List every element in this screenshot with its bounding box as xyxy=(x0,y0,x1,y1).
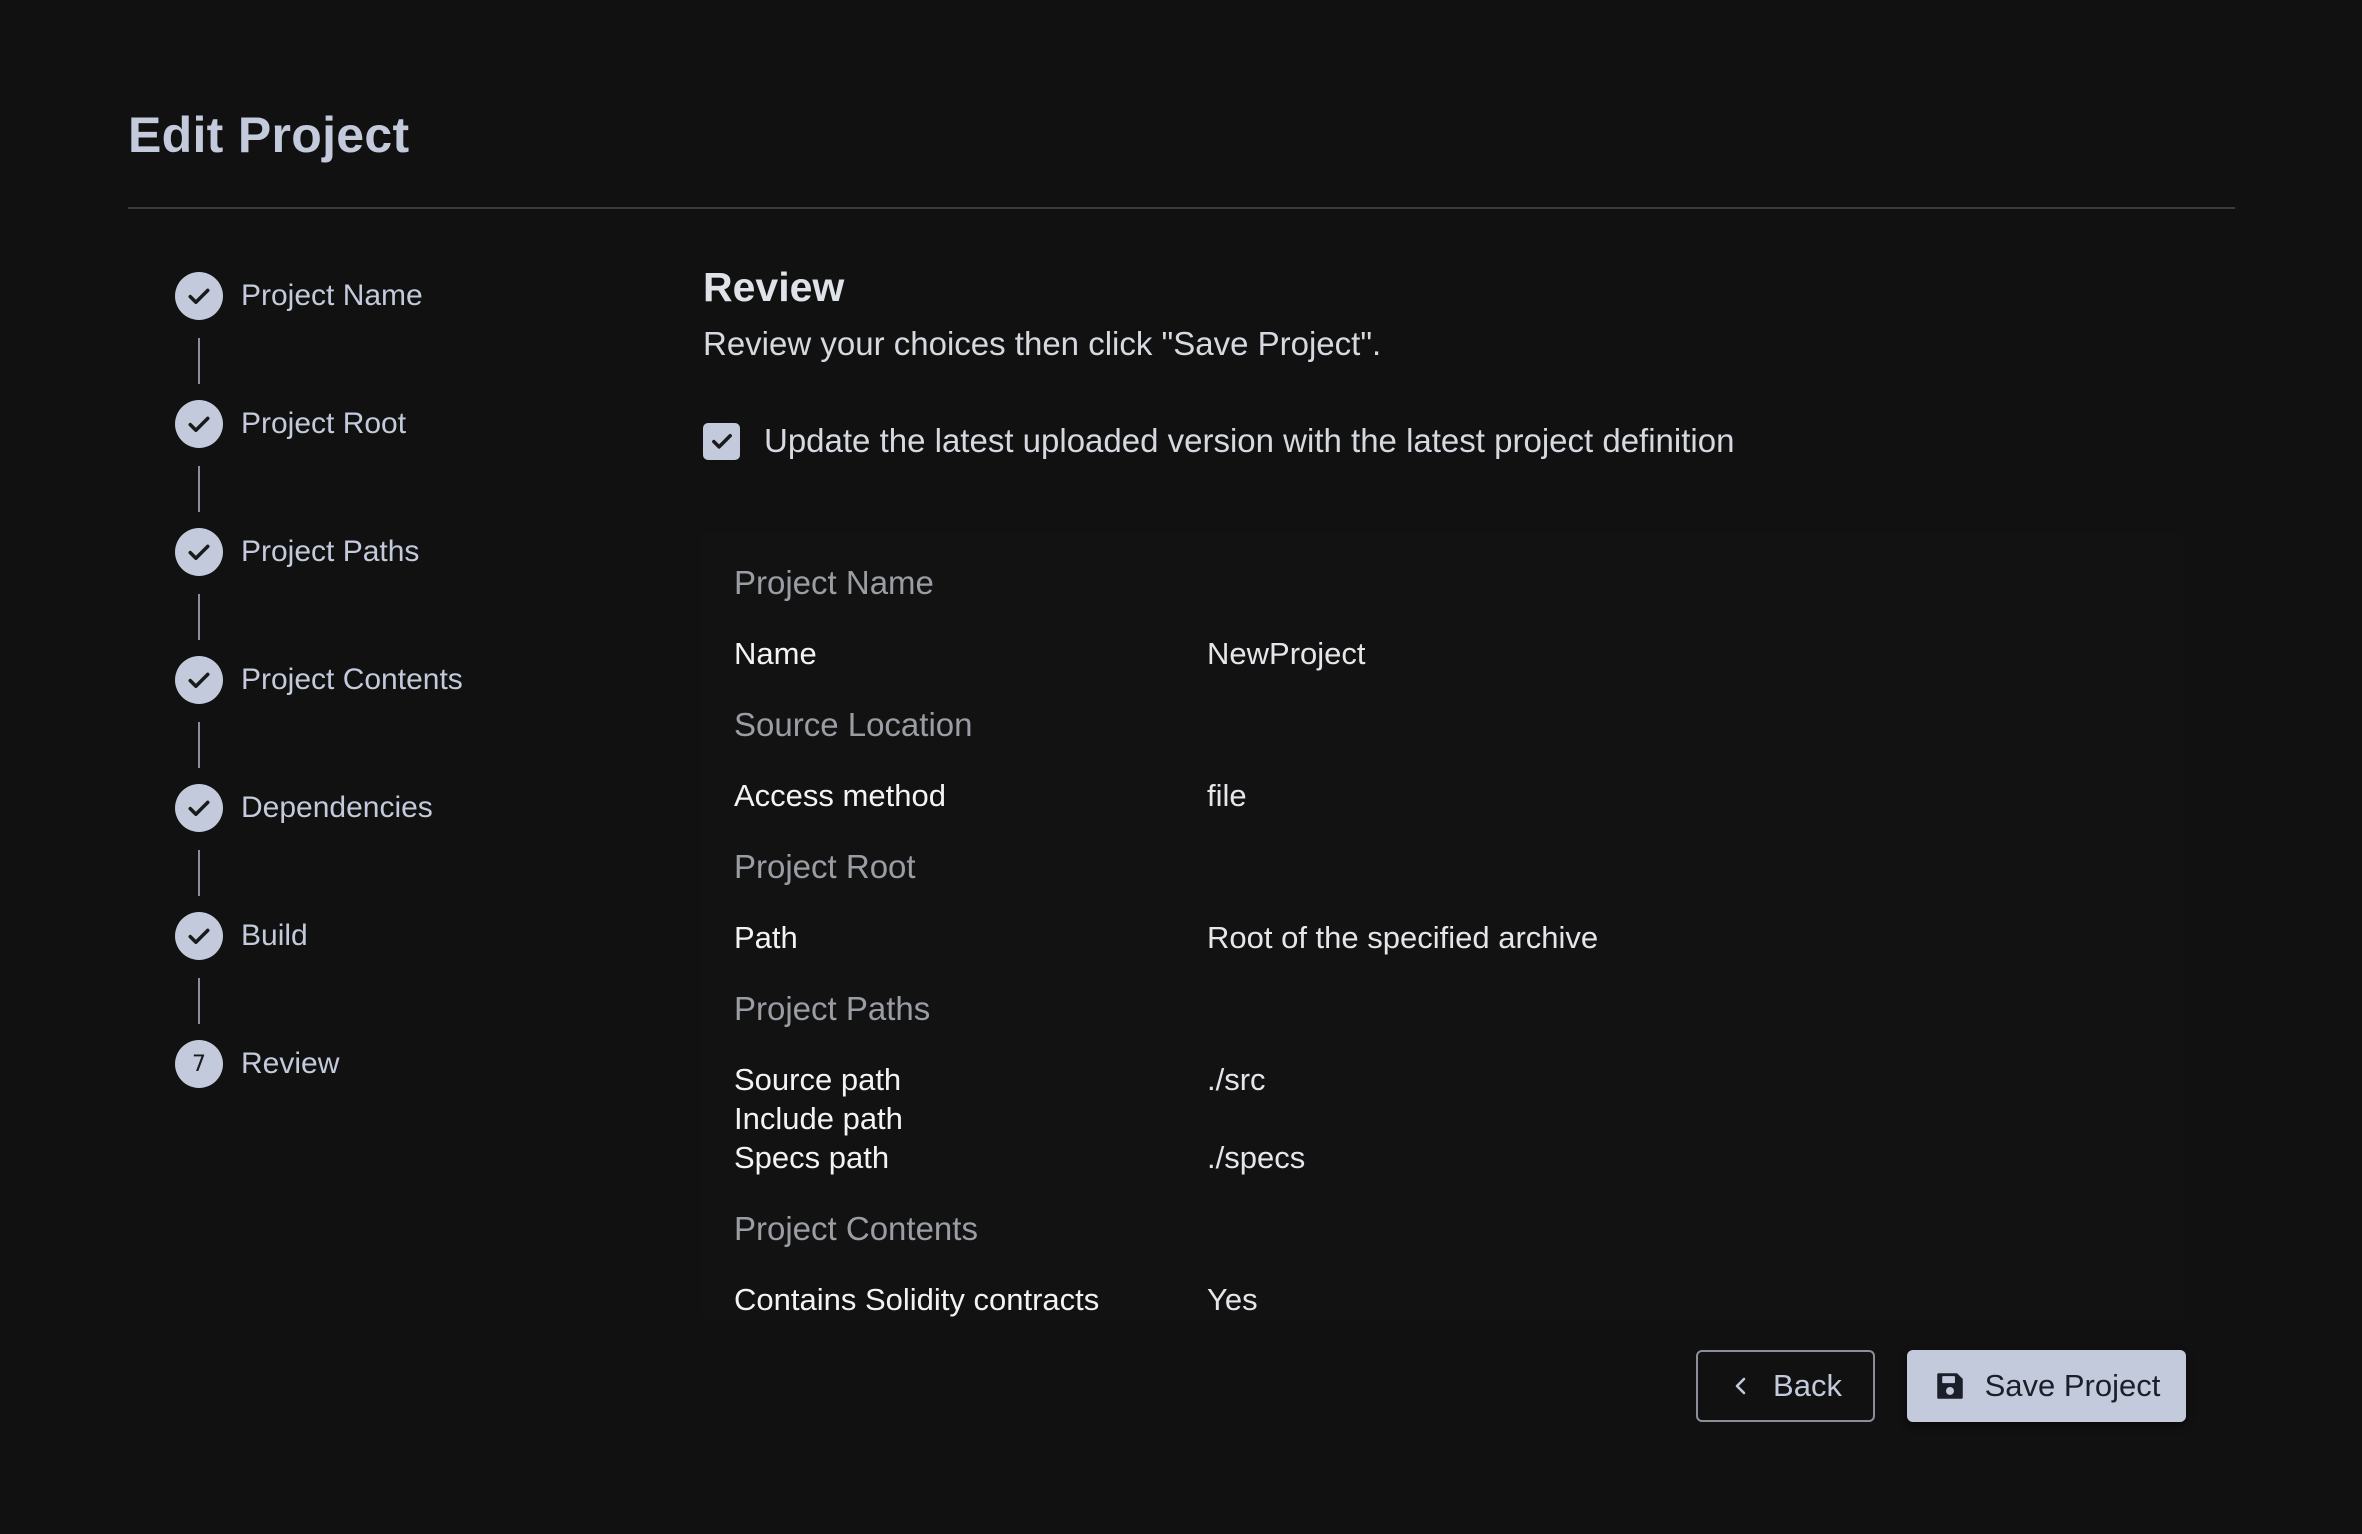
step-connector xyxy=(198,978,200,1024)
group-heading: Project Root xyxy=(734,848,916,885)
row-value: ./specs xyxy=(1207,1140,1306,1175)
step-connector xyxy=(198,338,200,384)
row-key: Specs path xyxy=(734,1140,890,1175)
review-summary-panel[interactable]: Project Name Name NewProject Source Loca… xyxy=(700,532,2185,1320)
row-value: Root of the specified archive xyxy=(1207,920,1599,955)
save-project-button[interactable]: Save Project xyxy=(1907,1350,2186,1422)
review-section: Review Review your choices then click "S… xyxy=(703,264,1734,460)
check-icon xyxy=(175,528,223,576)
step-label: Project Name xyxy=(241,279,423,312)
group-heading: Source Location xyxy=(734,706,973,743)
check-icon xyxy=(711,434,732,449)
row-key: Path xyxy=(734,920,798,955)
step-label: Project Paths xyxy=(241,535,420,568)
group-heading: Project Contents xyxy=(734,1210,978,1247)
step-project-root[interactable]: Project Root xyxy=(175,400,406,448)
step-label: Build xyxy=(241,919,308,952)
group-heading: Project Paths xyxy=(734,990,931,1027)
row-value: ./src xyxy=(1207,1062,1266,1097)
checkbox-label: Update the latest uploaded version with … xyxy=(764,422,1735,459)
step-connector xyxy=(198,594,200,640)
update-version-option: Update the latest uploaded version with … xyxy=(703,422,1734,460)
save-icon xyxy=(1936,1373,1963,1399)
step-connector xyxy=(198,466,200,512)
back-button[interactable]: Back xyxy=(1696,1350,1875,1422)
check-icon xyxy=(175,400,223,448)
review-row-specs-path: Specs path ./specs xyxy=(734,1140,2134,1180)
review-row-source-path: Source path ./src xyxy=(734,1062,2134,1102)
review-row-path: Path Root of the specified archive xyxy=(734,920,2134,960)
step-connector xyxy=(198,850,200,896)
review-row-solidity: Contains Solidity contracts Yes xyxy=(734,1282,2134,1320)
step-label: Project Contents xyxy=(241,663,463,696)
header-divider xyxy=(128,207,2235,209)
review-row-access-method: Access method file xyxy=(734,778,2134,818)
step-label: Review xyxy=(241,1047,340,1080)
check-icon xyxy=(175,784,223,832)
step-dependencies[interactable]: Dependencies xyxy=(175,784,433,832)
step-build[interactable]: Build xyxy=(175,912,308,960)
step-review[interactable]: 7 Review xyxy=(175,1040,339,1088)
edit-project-page: Edit Project Project Name Project Root P… xyxy=(0,0,2362,1534)
step-number: 7 xyxy=(192,1051,206,1077)
row-key: Source path xyxy=(734,1062,902,1097)
step-connector xyxy=(198,722,200,768)
row-key: Access method xyxy=(734,778,946,813)
update-version-checkbox[interactable] xyxy=(703,422,740,460)
review-row-include-path: Include path xyxy=(734,1101,2134,1141)
step-label: Project Root xyxy=(241,407,407,440)
step-label: Dependencies xyxy=(241,791,433,824)
section-title: Review xyxy=(703,264,845,310)
row-value: file xyxy=(1207,778,1247,813)
row-key: Include path xyxy=(734,1101,903,1136)
group-heading: Project Name xyxy=(734,564,934,601)
step-number-badge: 7 xyxy=(175,1040,223,1088)
row-value: NewProject xyxy=(1207,636,1366,671)
step-project-name[interactable]: Project Name xyxy=(175,272,423,320)
row-value: Yes xyxy=(1207,1282,1258,1317)
row-key: Name xyxy=(734,636,817,671)
check-icon xyxy=(175,912,223,960)
page-title: Edit Project xyxy=(128,107,410,163)
step-project-paths[interactable]: Project Paths xyxy=(175,528,419,576)
step-project-contents[interactable]: Project Contents xyxy=(175,656,463,704)
chevron-left-icon xyxy=(1735,1377,1746,1395)
back-button-label: Back xyxy=(1773,1368,1842,1403)
check-icon xyxy=(175,656,223,704)
review-row-name: Name NewProject xyxy=(734,636,2134,676)
save-button-label: Save Project xyxy=(1984,1368,2161,1403)
row-key: Contains Solidity contracts xyxy=(734,1282,1100,1317)
check-icon xyxy=(175,272,223,320)
section-subtitle: Review your choices then click "Save Pro… xyxy=(703,325,1382,362)
